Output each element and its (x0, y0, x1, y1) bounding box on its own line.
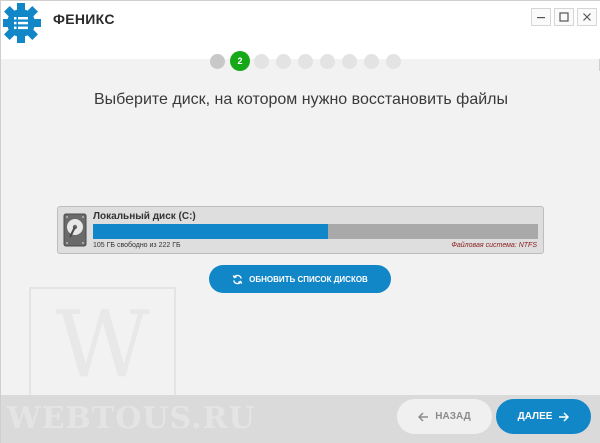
app-window: ФЕНИКС 2 W Выберите диск, на котором нуж… (0, 0, 600, 443)
close-button[interactable] (577, 8, 597, 26)
watermark-text: WEBTOUS.RU (7, 401, 256, 436)
step-dot (254, 54, 269, 69)
close-icon (583, 13, 591, 21)
disk-free-space: 105 ГБ свободно из 222 ГБ (93, 242, 181, 249)
maximize-icon (559, 12, 569, 22)
title-bar: ФЕНИКС (1, 1, 600, 59)
disk-name: Локальный диск (C:) (93, 211, 196, 222)
step-dot (364, 54, 379, 69)
disk-file-system: Файловая система: NTFS (451, 242, 537, 249)
step-indicator: 2 (1, 51, 600, 71)
next-button-label: ДАЛЕЕ (517, 411, 553, 422)
maximize-button[interactable] (554, 8, 574, 26)
step-dot (276, 54, 291, 69)
hard-drive-icon (63, 213, 87, 247)
minimize-button[interactable] (531, 8, 551, 26)
arrow-left-icon (418, 411, 429, 422)
step-dot (342, 54, 357, 69)
step-dot (320, 54, 335, 69)
back-button-label: НАЗАД (435, 411, 471, 422)
disk-usage-fill (93, 224, 328, 239)
arrow-right-icon (559, 411, 570, 422)
minimize-icon (537, 17, 545, 19)
disk-usage-bar (93, 224, 538, 239)
app-name: ФЕНИКС (53, 11, 115, 27)
step-dot (386, 54, 401, 69)
step-dot (298, 54, 313, 69)
step-current: 2 (230, 51, 250, 71)
disk-item[interactable]: Локальный диск (C:) 105 ГБ свободно из 2… (57, 206, 544, 254)
watermark-logo: W (29, 287, 176, 402)
refresh-disks-button[interactable]: ОБНОВИТЬ СПИСОК ДИСКОВ (209, 265, 391, 293)
step-dot (210, 54, 225, 69)
watermark-letter: W (55, 291, 150, 398)
refresh-button-label: ОБНОВИТЬ СПИСОК ДИСКОВ (249, 274, 368, 284)
page-title: Выберите диск, на котором нужно восстано… (93, 91, 509, 108)
back-button[interactable]: НАЗАД (397, 399, 492, 434)
refresh-icon (232, 274, 243, 284)
gear-list-icon (1, 3, 43, 43)
next-button[interactable]: ДАЛЕЕ (496, 399, 591, 434)
